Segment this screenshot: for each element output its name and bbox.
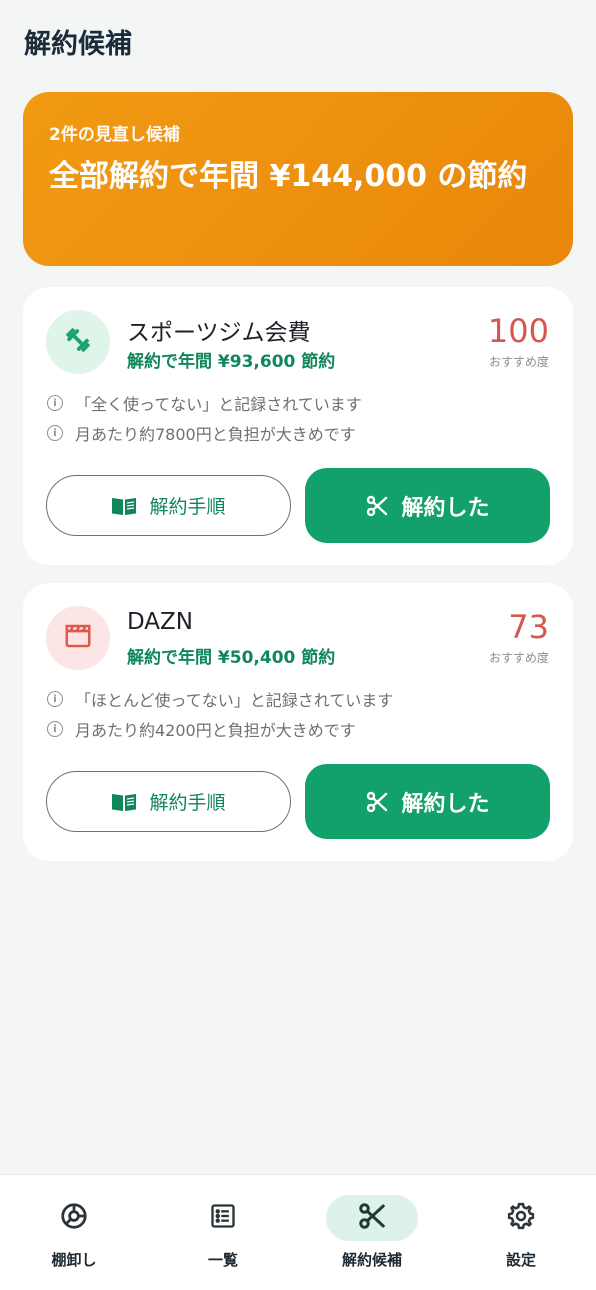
- list-icon: [209, 1202, 237, 1234]
- service-name: DAZN: [127, 609, 194, 635]
- info-icon: i: [47, 691, 63, 707]
- nav-label: 解約候補: [341, 1251, 402, 1269]
- recommendation-score: 73 おすすめ度: [429, 609, 549, 666]
- reason-text: 「全く使ってない」と記録されています: [75, 395, 362, 414]
- mark-cancelled-label: 解約した: [401, 791, 490, 817]
- mark-cancelled-button[interactable]: 解約した: [305, 468, 550, 543]
- info-icon: i: [47, 425, 63, 441]
- nav-label: 設定: [505, 1251, 536, 1269]
- service-name: スポーツジム会費: [127, 320, 311, 346]
- reason-item: i 「全く使ってない」と記録されています: [47, 391, 362, 415]
- scissors-icon: [357, 1201, 387, 1235]
- mark-cancelled-button[interactable]: 解約した: [305, 764, 550, 839]
- nav-item-list[interactable]: 一覧: [163, 1195, 283, 1270]
- reason-item: i 月あたり約4200円と負担が大きめです: [47, 717, 356, 741]
- cancel-guide-label: 解約手順: [149, 496, 226, 518]
- summary-headline: 全部解約で年間 ¥144,000 の節約: [49, 159, 528, 194]
- book-icon: [111, 792, 137, 812]
- reason-item: i 「ほとんど使ってない」と記録されています: [47, 687, 393, 711]
- bottom-navigation: 棚卸し 一覧 解約候補 設定: [0, 1174, 596, 1290]
- cancel-guide-label: 解約手順: [149, 792, 226, 814]
- savings-summary-banner: 2件の見直し候補 全部解約で年間 ¥144,000 の節約: [23, 92, 573, 266]
- dumbbell-icon: [63, 325, 93, 359]
- book-icon: [111, 496, 137, 516]
- service-avatar: [46, 606, 110, 670]
- score-value: 100: [487, 312, 549, 350]
- nav-item-settings[interactable]: 設定: [461, 1195, 581, 1270]
- recommendation-score: 100 おすすめ度: [429, 313, 549, 370]
- clapperboard-icon: [63, 621, 93, 655]
- cancel-guide-button[interactable]: 解約手順: [46, 771, 291, 832]
- reason-text: 「ほとんど使ってない」と記録されています: [75, 691, 394, 710]
- page-title: 解約候補: [24, 29, 132, 60]
- scissors-icon: [365, 494, 389, 518]
- gear-icon: [506, 1201, 536, 1235]
- mark-cancelled-label: 解約した: [401, 495, 490, 521]
- annual-saving: 解約で年間 ¥50,400 節約: [127, 648, 336, 668]
- reason-text: 月あたり約7800円と負担が大きめです: [75, 425, 356, 444]
- info-icon: i: [47, 395, 63, 411]
- cancel-candidate-card: スポーツジム会費 解約で年間 ¥93,600 節約 100 おすすめ度 i 「全…: [23, 287, 573, 565]
- annual-saving: 解約で年間 ¥93,600 節約: [127, 352, 336, 372]
- score-value: 73: [508, 608, 549, 646]
- score-label: おすすめ度: [488, 651, 549, 665]
- cancel-candidate-card: DAZN 解約で年間 ¥50,400 節約 73 おすすめ度 i 「ほとんど使っ…: [23, 583, 573, 861]
- reason-text: 月あたり約4200円と負担が大きめです: [75, 721, 356, 740]
- nav-item-inventory[interactable]: 棚卸し: [14, 1195, 134, 1270]
- service-avatar: [46, 310, 110, 374]
- nav-label: 棚卸し: [51, 1251, 97, 1269]
- info-icon: i: [47, 721, 63, 737]
- score-label: おすすめ度: [488, 355, 549, 369]
- summary-subtitle: 2件の見直し候補: [49, 125, 180, 145]
- nav-label: 一覧: [207, 1251, 238, 1269]
- scissors-icon: [365, 790, 389, 814]
- donut-chart-icon: [59, 1201, 89, 1235]
- reason-item: i 月あたり約7800円と負担が大きめです: [47, 421, 356, 445]
- nav-item-cancel-candidates[interactable]: 解約候補: [312, 1195, 432, 1270]
- cancel-guide-button[interactable]: 解約手順: [46, 475, 291, 536]
